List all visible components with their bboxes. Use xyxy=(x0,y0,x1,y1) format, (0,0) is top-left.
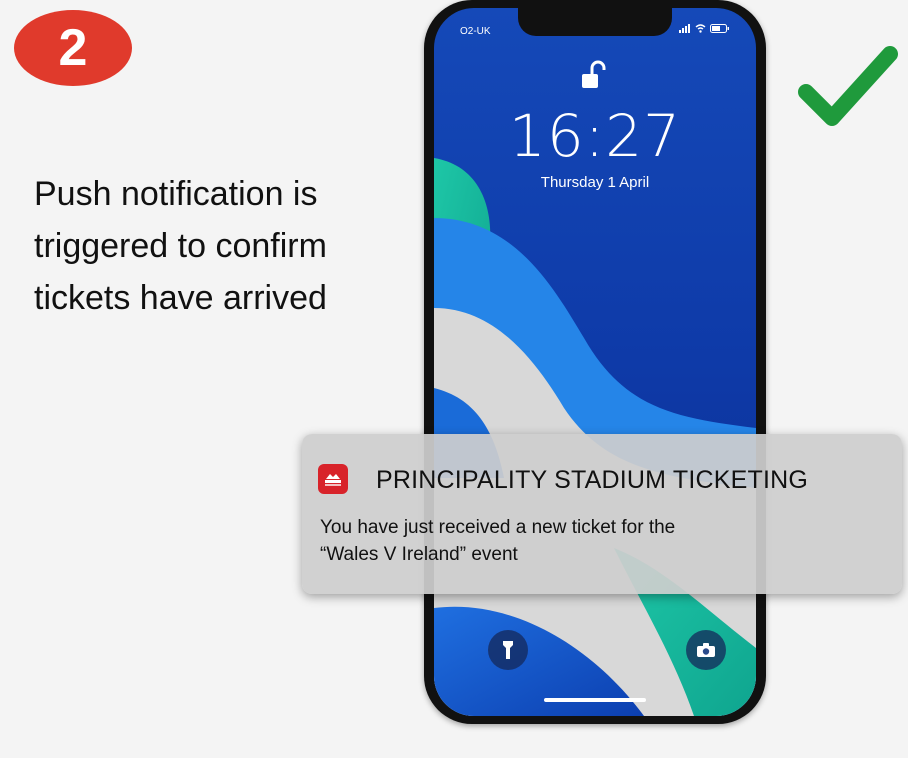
step-number-badge: 2 xyxy=(14,10,132,86)
carrier-label: O2-UK xyxy=(460,26,491,37)
phone-notch xyxy=(518,8,672,36)
checkmark-icon xyxy=(798,46,898,126)
step-number: 2 xyxy=(58,19,88,77)
phone-mockup: O2-UK 16:27 Thursday 1 April xyxy=(424,0,766,724)
lock-screen: O2-UK 16:27 Thursday 1 April xyxy=(434,8,756,716)
unlocked-padlock-icon xyxy=(582,60,606,88)
camera-button[interactable] xyxy=(686,630,726,670)
signal-icon xyxy=(679,24,690,33)
notification-message-line: You have just received a new ticket for … xyxy=(320,517,676,538)
wifi-icon xyxy=(695,24,706,33)
flashlight-icon xyxy=(503,641,513,659)
notification-app-name: PRINCIPALITY STADIUM TICKETING xyxy=(376,466,808,494)
notification-message: You have just received a new ticket for … xyxy=(320,514,840,568)
principality-app-icon xyxy=(318,464,348,494)
status-bar-icons xyxy=(679,24,730,33)
flashlight-button[interactable] xyxy=(488,630,528,670)
description-line: tickets have arrived xyxy=(34,279,327,317)
lock-screen-time: 16:27 xyxy=(508,102,682,170)
battery-icon xyxy=(710,24,729,33)
push-notification[interactable]: PRINCIPALITY STADIUM TICKETING You have … xyxy=(302,434,902,594)
description-line: Push notification is xyxy=(34,175,318,213)
lock-screen-date: Thursday 1 April xyxy=(540,174,650,191)
home-indicator[interactable] xyxy=(544,698,646,702)
description-line: triggered to confirm xyxy=(34,227,327,265)
notification-message-line: “Wales V Ireland” event xyxy=(320,544,518,565)
camera-icon xyxy=(697,643,715,657)
description-text: Push notification is triggered to confir… xyxy=(34,168,394,324)
